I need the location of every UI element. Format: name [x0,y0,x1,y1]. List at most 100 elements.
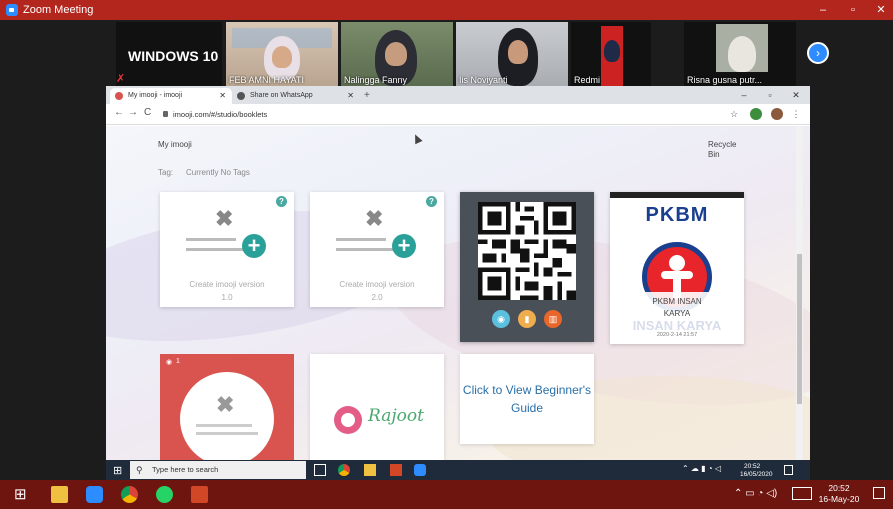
address-bar[interactable]: imooji.com/#/studio/booklets [161,107,721,122]
zoom-app-icon[interactable] [86,486,103,503]
imooji-favicon-icon [115,92,123,100]
close-button[interactable]: ✕ [784,86,808,104]
window-title: Zoom Meeting [23,4,94,16]
plus-icon: + [242,234,266,258]
mouse-cursor-icon [411,132,423,145]
pkbm-booklet-card[interactable]: PKBM PKBM INSAN KARYA INSAN KARYA 2020-2… [610,192,744,344]
action-center-icon[interactable] [873,487,885,499]
zoom-logo-icon [6,4,18,16]
chrome-icon[interactable] [121,486,138,503]
task-view-icon[interactable] [314,464,326,476]
card-label: Create imooji version [189,280,265,289]
powerpoint-icon[interactable] [390,464,402,476]
rajoot-logo [334,406,362,434]
new-tab-button[interactable]: + [364,88,370,104]
inner-clock-date: 16/05/2020 [740,471,773,478]
keyboard-icon[interactable] [792,487,812,500]
extension-icon[interactable] [750,108,762,120]
muted-mic-icon: ✗ [116,73,126,85]
zoom-app-icon[interactable] [414,464,426,476]
chrome-icon[interactable] [338,464,350,476]
tab-share-whatsapp[interactable]: Share on WhatsApp ✕ [232,88,360,104]
view-count-icon: ◉ [166,359,173,366]
windows-start-icon[interactable]: ⊞ [113,464,122,477]
page-scrollbar[interactable] [796,126,803,460]
active-speaker-tile[interactable]: WINDOWS 10 ✗ [116,22,222,86]
beginners-guide-card[interactable]: Click to View Beginner's Guide [460,354,594,444]
minimize-button[interactable]: – [732,86,756,104]
participant-tile[interactable]: Redmi [571,22,651,86]
forward-button[interactable]: → [128,107,138,118]
participant-name: Iis Noviyanti [459,75,508,85]
imooji-studio-page: My imooji Recycle Bin Tag: Currently No … [106,126,810,460]
clock-date: 16-May-20 [818,494,860,504]
red-booklet-card[interactable]: ◉ 1 ✖ [160,354,294,460]
tag-value[interactable]: Currently No Tags [186,168,250,177]
create-imooji-v2-card[interactable]: ? ✖ + Create imooji version 2.0 [310,192,444,307]
create-imooji-v1-card[interactable]: ? ✖ + Create imooji version 1.0 [160,192,294,307]
whatsapp-icon[interactable] [156,486,173,503]
system-tray-icons[interactable]: ⌃ ▭ ◔ ◁) [734,488,777,499]
close-icon: ✖ [365,206,384,231]
rajoot-logo-text: Rajoot [368,406,424,426]
windows-taskbar: ⊞ ⌃ ▭ ◔ ◁) 20:52 16-May-20 [0,480,893,509]
inner-clock-time: 20:52 [744,463,761,470]
qr-code [478,202,576,300]
system-tray-icons[interactable]: ⌃ ☁ ▮ ◔ ◁ [682,464,721,473]
close-icon[interactable]: ✕ [347,88,354,104]
tab-strip: My imooji - imooji ✕ Share on WhatsApp ✕… [106,86,810,104]
tab-label: Share on WhatsApp [250,92,313,99]
card-version: 1.0 [221,293,233,302]
help-icon[interactable]: ? [276,196,287,207]
participant-tile[interactable]: Iis Noviyanti [456,22,568,86]
file-explorer-icon[interactable] [364,464,376,476]
card-label: Create imooji version [339,280,415,289]
tag-label: Tag: [158,168,174,177]
notification-icon[interactable] [784,465,793,475]
bookmark-star-icon[interactable]: ☆ [728,108,740,120]
booklet-title-line-1: PKBM INSAN [652,297,702,306]
windows-start-icon[interactable]: ⊞ [14,485,27,503]
back-button[interactable]: ← [114,107,124,118]
speaker-label: WINDOWS 10 [128,48,219,64]
zoom-title-bar: Zoom Meeting – ▫ ✕ [0,0,893,20]
bookmark-icon[interactable]: ▮ [518,310,536,328]
participant-name: Nalingga Fanny [344,75,408,85]
qr-booklet-card[interactable]: ◉ ▮ ▥ [460,192,594,342]
trash-icon[interactable]: ▥ [544,310,562,328]
search-input[interactable]: ⚲ Type here to search [130,461,306,479]
taskbar-clock[interactable]: 20:52 16-May-20 [818,483,860,505]
tab-label: My imooji - imooji [128,92,183,99]
clock-time: 20:52 [828,483,850,493]
menu-icon[interactable]: ⋮ [790,108,802,120]
participant-name: Redmi [574,75,601,85]
shared-screen-taskbar: ⊞ ⚲ Type here to search ⌃ ☁ ▮ ◔ ◁ 20:52 … [106,460,810,480]
globe-icon [237,92,245,100]
file-explorer-icon[interactable] [51,486,68,503]
participant-tile[interactable]: Risna gusna putr... [684,22,796,86]
close-button[interactable]: ✕ [866,0,893,20]
view-count: 1 [176,358,180,365]
maximize-button[interactable]: ▫ [838,0,868,20]
rajoot-booklet-card[interactable]: Rajoot [310,354,444,460]
page-title: My imooji [158,140,192,149]
search-icon: ⚲ [136,465,143,475]
address-toolbar: ← → C imooji.com/#/studio/booklets ☆ ⋮ [106,104,810,125]
participant-tile[interactable]: Nalingga Fanny [341,22,453,86]
minimize-button[interactable]: – [808,0,838,20]
powerpoint-icon[interactable] [191,486,208,503]
close-icon[interactable]: ✕ [219,88,226,104]
recycle-bin-link[interactable]: Recycle Bin [708,140,748,160]
view-eye-icon[interactable]: ◉ [492,310,510,328]
maximize-button[interactable]: ▫ [758,86,782,104]
chevron-right-icon[interactable]: › [807,42,829,64]
help-icon[interactable]: ? [426,196,437,207]
browser-window: My imooji - imooji ✕ Share on WhatsApp ✕… [106,86,810,460]
reload-button[interactable]: C [144,107,151,118]
beginners-guide-link[interactable]: Click to View Beginner's Guide [460,381,594,417]
lock-icon [163,111,168,117]
plus-icon: + [392,234,416,258]
profile-avatar[interactable] [771,108,783,120]
tab-my-imooji[interactable]: My imooji - imooji ✕ [110,88,232,104]
participant-tile[interactable]: FEB AMNI HAYATI [226,22,338,86]
